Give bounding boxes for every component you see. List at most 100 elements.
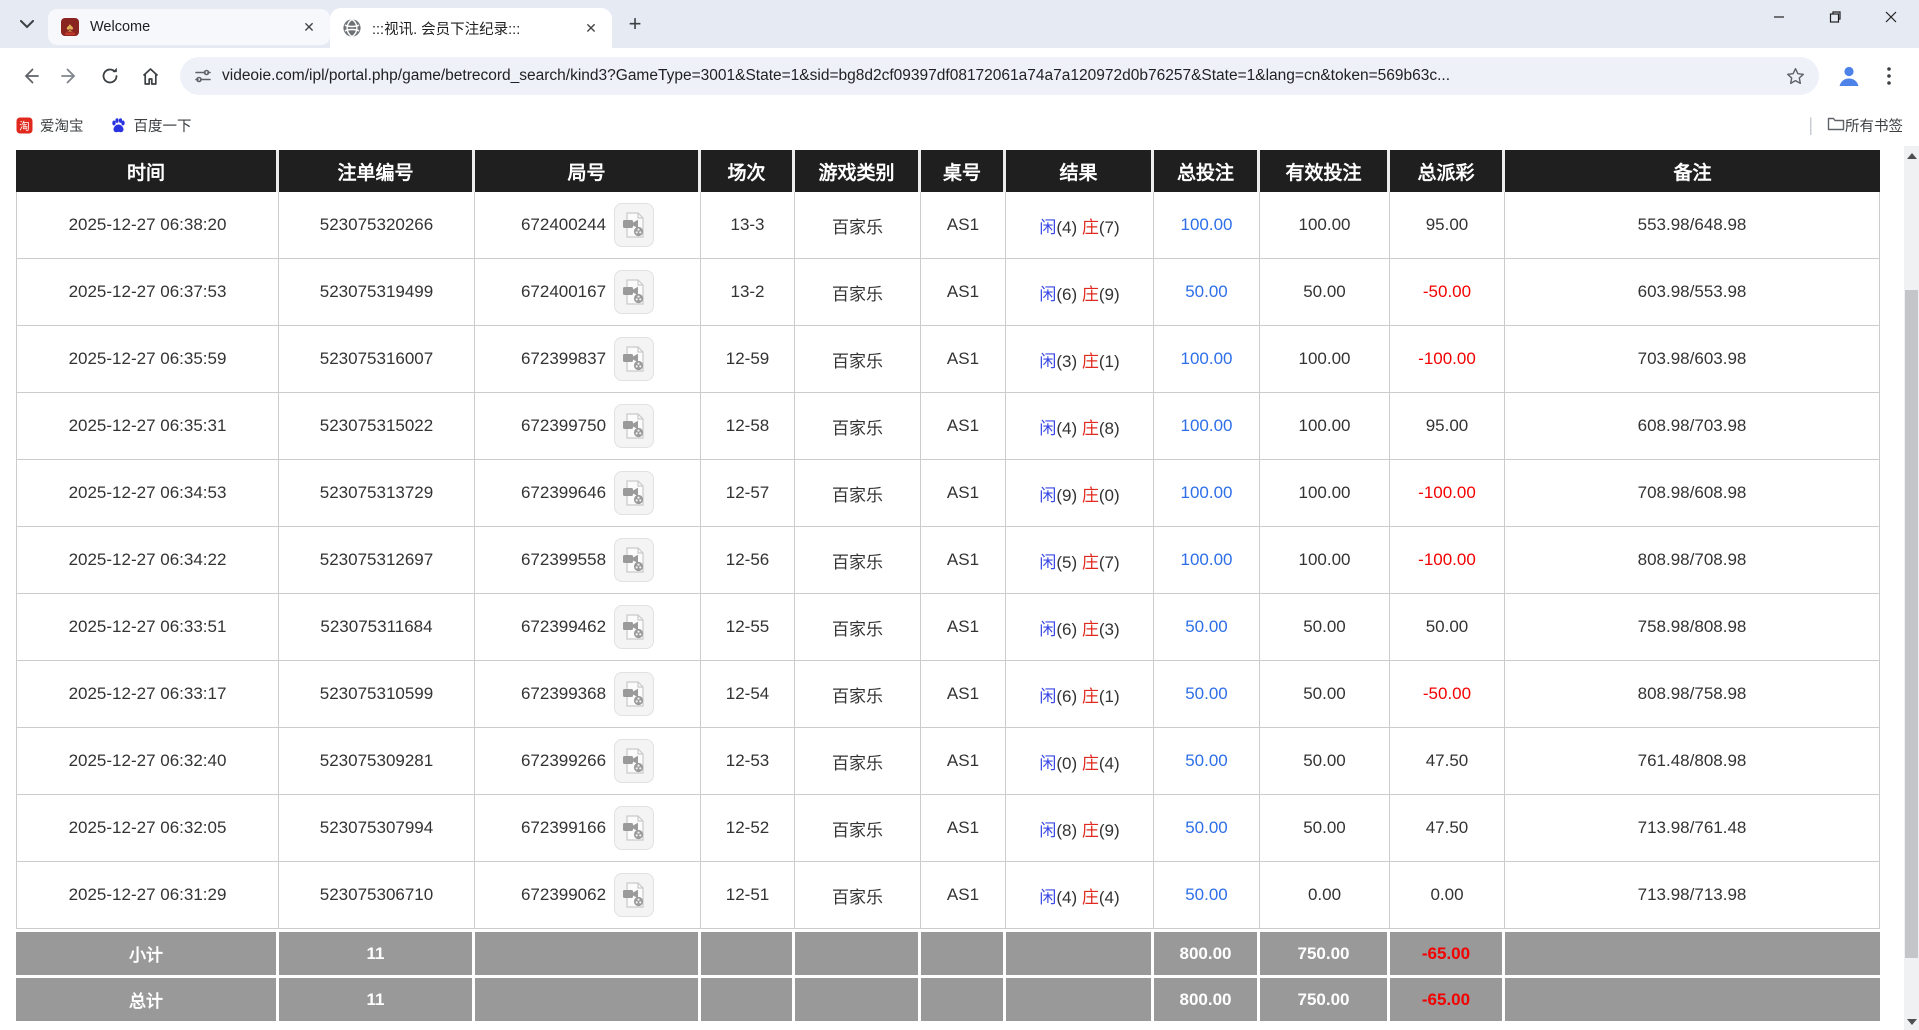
minimize-button[interactable] [1751, 0, 1807, 34]
cell-table-no: AS1 [921, 728, 1006, 795]
back-button[interactable] [10, 56, 50, 96]
tab-search-button[interactable] [12, 9, 42, 39]
video-replay-button[interactable] [614, 404, 655, 448]
subtotal-count: 11 [279, 929, 475, 975]
table-row: 2025-12-27 06:38:20 523075320266 6724002… [16, 192, 1880, 259]
cell-total-bet[interactable]: 50.00 [1154, 259, 1260, 326]
maximize-button[interactable] [1807, 0, 1863, 34]
video-file-icon [623, 212, 644, 238]
bookmark-star-icon[interactable] [1786, 67, 1805, 86]
site-info-icon[interactable] [194, 67, 212, 85]
svg-text:♠: ♠ [67, 20, 74, 35]
round-number: 672400167 [520, 282, 607, 301]
cell-round-id: 672399837 [475, 326, 701, 393]
result-player-label: 闲 [1039, 217, 1057, 237]
cell-table-no: AS1 [921, 527, 1006, 594]
cell-total-bet[interactable]: 50.00 [1154, 862, 1260, 929]
total-label: 总计 [16, 975, 279, 1021]
header-game-type: 游戏类别 [795, 150, 921, 192]
cell-total-bet[interactable]: 100.00 [1154, 527, 1260, 594]
cell-game: 百家乐 [795, 594, 921, 661]
tab-betrecord[interactable]: :::视讯. 会员下注纪录::: ✕ [330, 8, 612, 48]
menu-button[interactable] [1869, 56, 1909, 96]
round-number: 672399750 [520, 416, 607, 435]
tab-close-icon[interactable]: ✕ [580, 17, 602, 39]
cell-time: 2025-12-27 06:35:31 [16, 393, 279, 460]
cell-session: 13-2 [701, 259, 795, 326]
scrollbar-down-button[interactable] [1904, 1014, 1919, 1030]
video-replay-button[interactable] [614, 672, 655, 716]
video-replay-button[interactable] [614, 538, 655, 582]
bet-table-body: 2025-12-27 06:38:20 523075320266 6724002… [16, 192, 1880, 929]
cell-round-id: 672400244 [475, 192, 701, 259]
url-text: videoie.com/ipl/portal.php/game/betrecor… [222, 67, 1451, 84]
cell-round-id: 672399166 [475, 795, 701, 862]
cell-total-bet[interactable]: 100.00 [1154, 192, 1260, 259]
home-button[interactable] [130, 56, 170, 96]
all-bookmarks-button[interactable]: | 所有书签 [1808, 115, 1903, 136]
cell-session: 12-56 [701, 527, 795, 594]
video-replay-button[interactable] [614, 337, 655, 381]
result-player-label: 闲 [1039, 485, 1057, 505]
baidu-paw-icon [110, 117, 127, 134]
tab-title: Welcome [90, 19, 151, 35]
new-tab-button[interactable]: + [620, 9, 650, 39]
scrollbar-thumb[interactable] [1905, 290, 1918, 958]
video-replay-button[interactable] [614, 203, 655, 247]
total-total-bet: 800.00 [1154, 975, 1260, 1021]
cell-payout: -100.00 [1390, 460, 1505, 527]
cell-total-bet[interactable]: 100.00 [1154, 460, 1260, 527]
cell-time: 2025-12-27 06:34:53 [16, 460, 279, 527]
header-payout: 总派彩 [1390, 150, 1505, 192]
subtotal-payout: -65.00 [1390, 929, 1505, 975]
cell-bet-id: 523075315022 [279, 393, 475, 460]
cell-note: 708.98/608.98 [1505, 460, 1880, 527]
footer-empty-cell [795, 975, 921, 1021]
header-table-no: 桌号 [921, 150, 1006, 192]
cell-total-bet[interactable]: 50.00 [1154, 728, 1260, 795]
cell-total-bet[interactable]: 50.00 [1154, 594, 1260, 661]
video-replay-button[interactable] [614, 873, 655, 917]
cell-round-id: 672399062 [475, 862, 701, 929]
cell-result: 闲(6) 庄(9) [1006, 259, 1154, 326]
page-scrollbar[interactable] [1904, 146, 1919, 1030]
cell-game: 百家乐 [795, 326, 921, 393]
video-file-icon [623, 346, 644, 372]
tab-close-icon[interactable]: ✕ [298, 16, 320, 38]
footer-empty-cell [475, 975, 701, 1021]
bookmark-baidu[interactable]: 百度一下 [110, 115, 192, 136]
video-replay-button[interactable] [614, 806, 655, 850]
subtotal-valid-bet: 750.00 [1260, 929, 1390, 975]
video-replay-button[interactable] [614, 471, 655, 515]
cell-game: 百家乐 [795, 192, 921, 259]
result-banker-value: (0) [1098, 485, 1120, 505]
cell-table-no: AS1 [921, 393, 1006, 460]
tab-welcome[interactable]: ♠ Welcome ✕ [48, 9, 330, 45]
cell-table-no: AS1 [921, 259, 1006, 326]
cell-payout: 50.00 [1390, 594, 1505, 661]
cell-valid-bet: 100.00 [1260, 460, 1390, 527]
cell-valid-bet: 100.00 [1260, 527, 1390, 594]
video-replay-button[interactable] [614, 270, 655, 314]
maximize-icon [1829, 11, 1841, 23]
cell-note: 553.98/648.98 [1505, 192, 1880, 259]
result-banker-value: (9) [1098, 284, 1120, 304]
result-banker-value: (3) [1098, 619, 1120, 639]
cell-total-bet[interactable]: 50.00 [1154, 795, 1260, 862]
result-banker-value: (4) [1098, 753, 1120, 773]
cell-valid-bet: 50.00 [1260, 594, 1390, 661]
scrollbar-up-button[interactable] [1904, 148, 1919, 164]
cell-session: 12-55 [701, 594, 795, 661]
cell-total-bet[interactable]: 100.00 [1154, 393, 1260, 460]
video-replay-button[interactable] [614, 605, 655, 649]
bookmark-aitaobao[interactable]: 淘 爱淘宝 [16, 115, 84, 136]
address-bar[interactable]: videoie.com/ipl/portal.php/game/betrecor… [180, 57, 1819, 95]
close-window-button[interactable] [1863, 0, 1919, 34]
cell-result: 闲(0) 庄(4) [1006, 728, 1154, 795]
reload-button[interactable] [90, 56, 130, 96]
profile-button[interactable] [1829, 56, 1869, 96]
video-replay-button[interactable] [614, 739, 655, 783]
cell-total-bet[interactable]: 50.00 [1154, 661, 1260, 728]
forward-button[interactable] [50, 56, 90, 96]
cell-total-bet[interactable]: 100.00 [1154, 326, 1260, 393]
